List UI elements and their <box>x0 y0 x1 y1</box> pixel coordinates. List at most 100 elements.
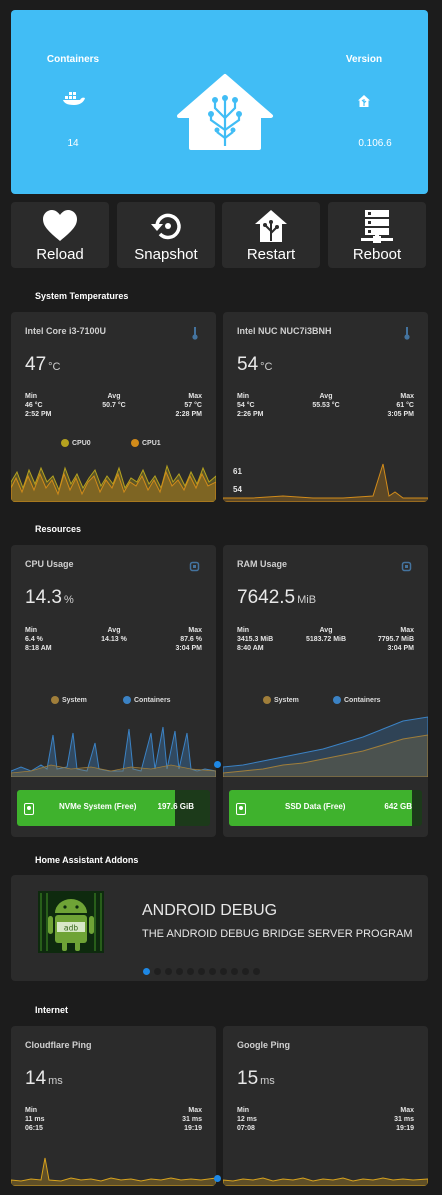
stat-max: Max 7795.7 MiB 3:04 PM <box>377 627 414 652</box>
version-label: Version <box>345 54 383 65</box>
card-title: Cloudflare Ping <box>25 1040 92 1050</box>
nuc-temp-card[interactable]: Intel NUC NUC7i3BNH 54 °C Min 54 °C 2:26 PM… <box>223 312 428 502</box>
card-title: RAM Usage <box>237 559 288 569</box>
cpu-temp-graph <box>11 464 216 502</box>
carousel-page-dot[interactable] <box>253 968 260 975</box>
addon-carousel[interactable]: adb ANDROID DEBUG THE ANDROID DEBUG BRID… <box>11 875 428 981</box>
nuc-temp-graph <box>223 463 428 502</box>
stat-max: Max 31 ms 19:19 <box>182 1107 202 1132</box>
section-temperatures: System Temperatures <box>35 291 129 301</box>
cloudflare-ping-card[interactable]: Cloudflare Ping 14 ms Min 11 ms 06:15 Max 31… <box>11 1026 216 1186</box>
carousel-page-dot[interactable] <box>209 968 216 975</box>
reload-label: Reload <box>36 246 84 263</box>
harddisk-icon <box>236 802 246 820</box>
card-value: 47 °C <box>25 354 61 375</box>
version-value: 0.106.6 <box>358 138 392 149</box>
storage-label: SSD Data (Free) <box>285 802 346 811</box>
card-value: 54 °C <box>237 354 273 375</box>
stat-avg: Avg 55.53 °C <box>312 393 340 409</box>
svg-text:adb: adb <box>64 924 79 933</box>
containers-label: Containers <box>46 54 100 65</box>
reboot-label: Reboot <box>352 246 402 263</box>
carousel-page-dot[interactable] <box>165 968 172 975</box>
home-assistant-icon <box>357 94 371 113</box>
android-debug-logo: adb <box>38 891 104 953</box>
legend-containers[interactable]: Containers <box>123 696 171 704</box>
carousel-page-dot[interactable] <box>231 968 238 975</box>
carousel-page-dot[interactable] <box>220 968 227 975</box>
legend-system[interactable]: System <box>263 696 299 704</box>
carousel-page-dot[interactable] <box>154 968 161 975</box>
legend-cpu1[interactable]: CPU1 <box>131 439 161 447</box>
cloudflare-ping-graph <box>11 1157 216 1186</box>
legend-cpu0[interactable]: CPU0 <box>61 439 91 447</box>
restart-label: Restart <box>246 246 296 263</box>
card-value: 15 ms <box>237 1068 275 1089</box>
card-value: 14.3% <box>25 587 74 608</box>
thermometer-icon <box>191 326 199 345</box>
carousel-page-dot[interactable] <box>187 968 194 975</box>
chip-icon <box>189 559 200 577</box>
cpu-usage-card[interactable]: CPU Usage 14.3% Min 6.4 % 8:18 AM Avg 14.13… <box>11 545 216 837</box>
ram-usage-graph <box>223 716 428 777</box>
server-network-icon <box>361 210 393 243</box>
heart-icon <box>43 210 77 241</box>
stat-min: Min 46 °C 2:52 PM <box>25 393 52 418</box>
stat-max: Max 87.6 % 3:04 PM <box>175 627 202 652</box>
stat-min: Min 12 ms 07:08 <box>237 1107 257 1132</box>
reboot-button[interactable]: Reboot <box>328 202 426 268</box>
cpu-temp-card[interactable]: Intel Core i3-7100U 47 °C Min 46 °C 2:52 PM… <box>11 312 216 502</box>
stat-max: Max 57 °C 2:28 PM <box>175 393 202 418</box>
storage-value: 197.6 GiB <box>157 802 194 811</box>
stat-min: Min 6.4 % 8:18 AM <box>25 627 52 652</box>
storage-ssd-bar[interactable]: SSD Data (Free) 642 GB <box>229 790 422 826</box>
cpu-usage-graph <box>11 726 216 777</box>
restart-button[interactable]: Restart <box>222 202 320 268</box>
restore-icon <box>151 213 181 240</box>
snapshot-button[interactable]: Snapshot <box>117 202 215 268</box>
stat-avg: Avg 50.7 °C <box>102 393 126 409</box>
ram-usage-card[interactable]: RAM Usage 7642.5 MiB Min 3415.3 MiB 8:40 AM… <box>223 545 428 837</box>
section-resources: Resources <box>35 524 82 534</box>
stat-min: Min 3415.3 MiB 8:40 AM <box>237 627 274 652</box>
supervisor-banner: Containers 14 Version 0.106.6 <box>11 10 428 194</box>
legend-containers[interactable]: Containers <box>333 696 381 704</box>
stat-avg: Avg 5183.72 MiB <box>305 627 347 643</box>
card-title: Intel Core i3-7100U <box>25 326 107 336</box>
reload-button[interactable]: Reload <box>11 202 109 268</box>
legend-system[interactable]: System <box>51 696 87 704</box>
card-title: CPU Usage <box>25 559 74 569</box>
containers-value: 14 <box>67 138 79 149</box>
thermometer-icon <box>403 326 411 345</box>
carousel-page-dot[interactable] <box>143 968 150 975</box>
stat-min: Min 11 ms 06:15 <box>25 1107 45 1132</box>
harddisk-icon <box>24 802 34 820</box>
section-addons: Home Assistant Addons <box>35 855 139 865</box>
carousel-page-dot[interactable] <box>176 968 183 975</box>
addon-subtitle: THE ANDROID DEBUG BRIDGE SERVER PROGRAM <box>142 928 413 940</box>
storage-label: NVMe System (Free) <box>59 802 137 811</box>
carousel-page-dot[interactable] <box>198 968 205 975</box>
stat-min: Min 54 °C 2:26 PM <box>237 393 264 418</box>
home-assistant-logo <box>175 72 275 157</box>
stat-max: Max 31 ms 19:19 <box>394 1107 414 1132</box>
stat-max: Max 61 °C 3:05 PM <box>387 393 414 418</box>
storage-nvme-bar[interactable]: NVMe System (Free) 197.6 GiB <box>17 790 210 826</box>
carousel-page-dot[interactable] <box>242 968 249 975</box>
home-assistant-icon <box>255 210 287 242</box>
docker-icon <box>63 90 85 111</box>
stat-avg: Avg 14.13 % <box>101 627 127 643</box>
drag-handle[interactable] <box>214 761 221 768</box>
section-internet: Internet <box>35 1005 69 1015</box>
addon-title: ANDROID DEBUG <box>142 902 278 919</box>
storage-value: 642 GB <box>384 802 412 811</box>
carousel-pagination[interactable] <box>143 962 264 980</box>
google-ping-graph <box>223 1177 428 1186</box>
memory-icon <box>401 559 412 577</box>
google-ping-card[interactable]: Google Ping 15 ms Min 12 ms 07:08 Max 31 ms 1… <box>223 1026 428 1186</box>
card-value: 7642.5 MiB <box>237 587 317 608</box>
drag-handle[interactable] <box>214 1175 221 1182</box>
card-title: Google Ping <box>237 1040 290 1050</box>
snapshot-label: Snapshot <box>134 246 198 263</box>
card-value: 14 ms <box>25 1068 63 1089</box>
